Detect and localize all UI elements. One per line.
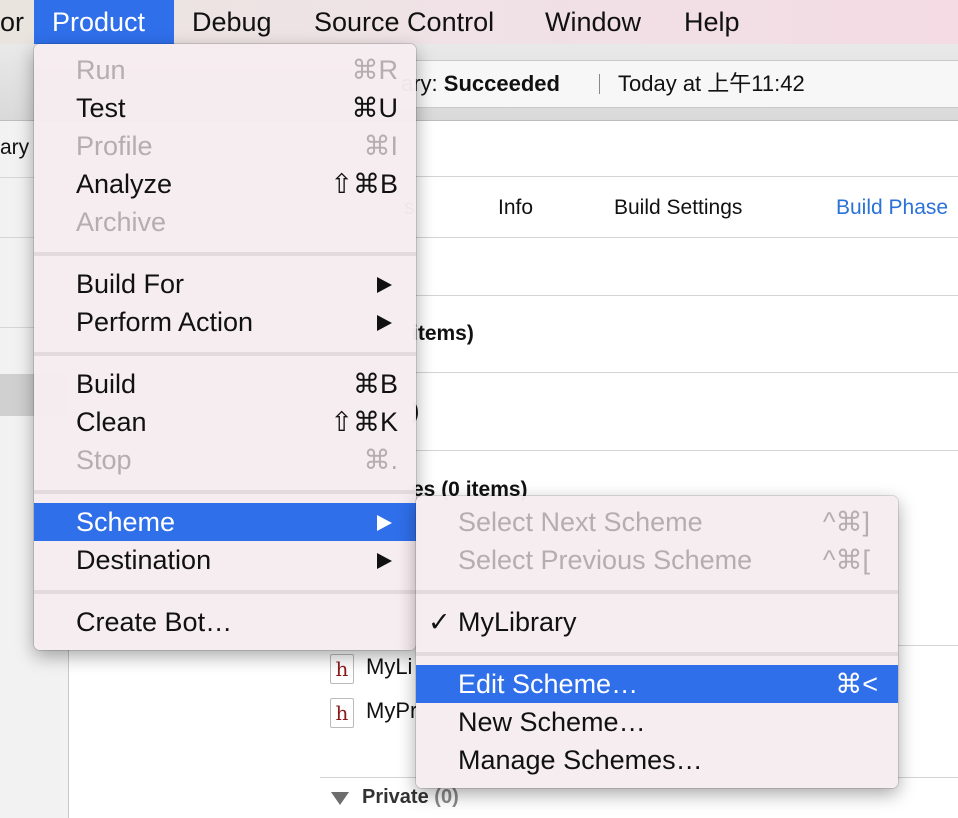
tab-build-settings[interactable]: Build Settings [614,196,742,220]
menubar-item-help[interactable]: Help [684,0,740,44]
submenu-arrow-icon [377,315,392,331]
menu-separator [34,352,416,356]
menubar-item-source-control[interactable]: Source Control [314,0,494,44]
private-count: (0) [434,786,459,808]
disclosure-triangle-icon[interactable] [331,792,349,805]
menu-item-select-previous-scheme[interactable]: Select Previous Scheme ^⌘[ [416,541,898,579]
private-label: Private [362,786,429,808]
tab-info[interactable]: Info [498,196,533,220]
menu-separator [416,652,898,656]
menu-separator [416,590,898,594]
menu-separator [34,490,416,494]
menu-item-perform-action[interactable]: Perform Action [34,303,416,341]
tab-build-phases[interactable]: Build Phase [836,196,948,220]
menu-separator [34,252,416,256]
menu-item-profile[interactable]: Profile ⌘I [34,127,416,165]
submenu-arrow-icon [377,553,392,569]
menubar-item-editor[interactable]: or [0,0,24,44]
menu-item-mylibrary[interactable]: ✓ MyLibrary [416,603,898,641]
checkmark-icon: ✓ [428,607,451,637]
menu-item-analyze[interactable]: Analyze ⇧⌘B [34,165,416,203]
menu-separator [34,590,416,594]
menu-item-clean[interactable]: Clean ⇧⌘K [34,403,416,441]
menu-item-new-scheme[interactable]: New Scheme… [416,703,898,741]
submenu-arrow-icon [377,515,392,531]
menu-item-create-bot[interactable]: Create Bot… [34,603,416,641]
submenu-arrow-icon [377,277,392,293]
section-header[interactable]: items) [412,322,474,346]
header-file-icon: h [330,654,354,684]
menu-item-manage-schemes[interactable]: Manage Schemes… [416,741,898,779]
menu-item-select-next-scheme[interactable]: Select Next Scheme ^⌘] [416,503,898,541]
activity-separator [599,74,600,94]
menu-item-run[interactable]: Run ⌘R [34,51,416,89]
menu-item-test[interactable]: Test ⌘U [34,89,416,127]
product-menu: Run ⌘R Test ⌘U Profile ⌘I Analyze ⇧⌘B Archiv… [34,44,416,650]
file-name: MyLi [366,654,413,679]
menubar-item-debug[interactable]: Debug [192,0,272,44]
menu-item-build[interactable]: Build ⌘B [34,365,416,403]
menu-item-stop[interactable]: Stop ⌘. [34,441,416,479]
header-file-icon: h [330,698,354,728]
private-section-header[interactable]: Private (0) [362,786,459,809]
navigator-target-label[interactable]: ary [0,136,29,160]
menu-item-archive[interactable]: Archive [34,203,416,241]
activity-timestamp: Today at 上午11:42 [618,71,805,96]
menu-item-build-for[interactable]: Build For [34,265,416,303]
activity-status-value: Succeeded [443,71,560,96]
activity-viewer: ary: Succeeded Today at 上午11:42 [360,60,958,108]
file-name: MyPr [366,698,418,723]
menu-item-destination[interactable]: Destination [34,541,416,579]
menu-bar: or Product Debug Source Control Window H… [0,0,958,45]
menu-item-scheme[interactable]: Scheme [34,503,416,541]
scheme-submenu: Select Next Scheme ^⌘] Select Previous Sc… [416,496,898,788]
menubar-item-product[interactable]: Product [34,0,174,44]
activity-status-prefix: ary: Succeeded [401,71,560,96]
menu-item-edit-scheme[interactable]: Edit Scheme… ⌘< [416,665,898,703]
menubar-item-window[interactable]: Window [545,0,641,44]
